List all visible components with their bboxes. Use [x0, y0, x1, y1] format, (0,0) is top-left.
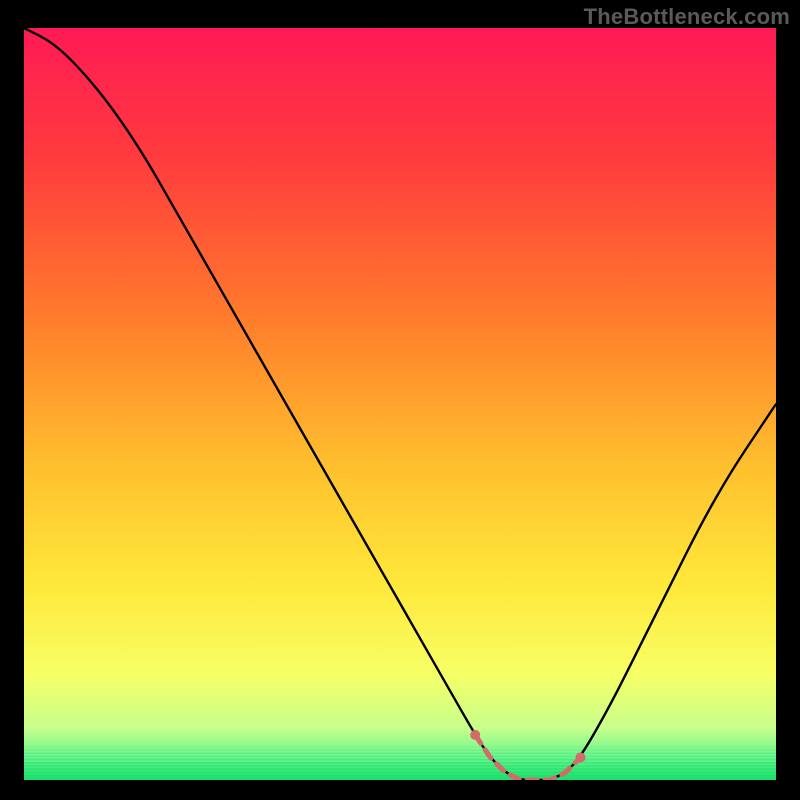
gradient-background — [24, 28, 776, 780]
chart-svg — [24, 28, 776, 780]
plot-area — [24, 28, 776, 780]
chart-frame: TheBottleneck.com — [0, 0, 800, 800]
watermark-text: TheBottleneck.com — [584, 4, 790, 30]
